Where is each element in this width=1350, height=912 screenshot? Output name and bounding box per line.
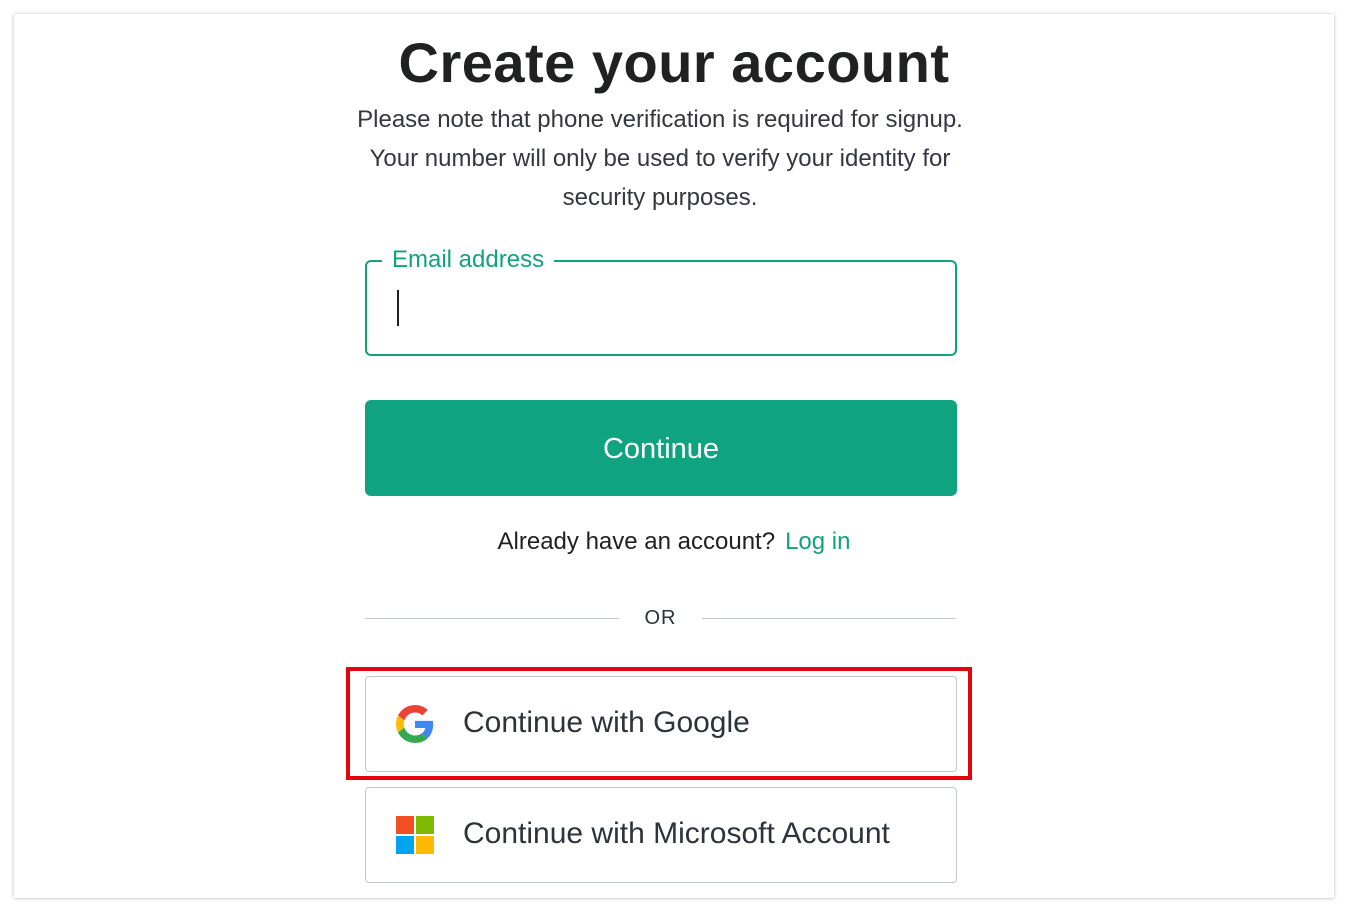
continue-button[interactable]: Continue [365,400,957,496]
email-field-label: Email address [382,246,555,274]
or-divider-label: OR [644,607,677,629]
email-input[interactable] [395,284,935,332]
text-caret [397,290,399,326]
page-title: Create your account [398,31,950,94]
divider-line-right [702,618,956,619]
continue-with-microsoft-button[interactable]: Continue with Microsoft Account [365,787,957,883]
email-field[interactable]: Email address [365,246,957,356]
microsoft-button-label: Continue with Microsoft Account [463,817,890,850]
continue-with-google-button[interactable]: Continue with Google [365,676,957,772]
google-icon [396,705,434,743]
phone-verification-note: Please note that phone verification is r… [357,106,963,211]
signup-panel: Create your account Please note that pho… [14,14,1334,898]
google-button-label: Continue with Google [463,706,750,739]
login-prompt: Already have an account? [497,528,776,555]
login-link[interactable]: Log in [785,528,850,555]
divider-line-left [365,618,619,619]
microsoft-icon [396,816,434,854]
login-row: Already have an account? Log in [14,528,1334,556]
